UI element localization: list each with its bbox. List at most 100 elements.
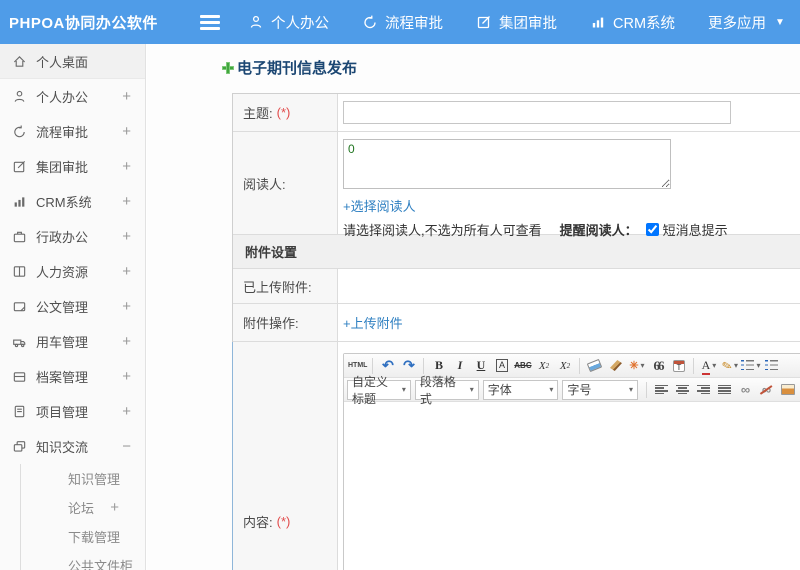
sidebar: 个人桌面 个人办公 + 流程审批 + 集团审批 + CRM系统 + 行政办公 +	[0, 44, 146, 570]
knowledge-chat-icon	[13, 441, 26, 452]
nav-more-apps[interactable]: 更多应用	[708, 12, 766, 33]
expand-plus-icon[interactable]: +	[110, 499, 119, 516]
sidebar-item-vehicles[interactable]: 用车管理 +	[0, 324, 145, 359]
justify-icon[interactable]	[714, 380, 735, 400]
remove-format-eraser-icon[interactable]	[584, 356, 605, 376]
subscript-button[interactable]: X2	[554, 356, 575, 376]
editor-content-area[interactable]	[344, 402, 800, 570]
nav-flow-approval[interactable]: 流程审批	[362, 12, 443, 33]
sidebar-item-hr[interactable]: 人力资源 +	[0, 254, 145, 289]
flow-approval-icon	[14, 125, 25, 138]
remove-link-icon[interactable]: ∞	[756, 380, 777, 400]
expand-plus-icon[interactable]: +	[122, 403, 131, 420]
group-approval-icon	[13, 160, 26, 173]
reader-textarea[interactable]: 0	[343, 139, 671, 189]
insert-date-icon[interactable]	[668, 356, 689, 376]
crm-chart-icon	[592, 17, 604, 28]
sidebar-item-flow-approval[interactable]: 流程审批 +	[0, 114, 145, 149]
expand-plus-icon[interactable]: +	[122, 158, 131, 175]
font-border-button[interactable]: A	[491, 356, 512, 376]
briefcase-icon	[13, 231, 26, 243]
expand-plus-icon[interactable]: +	[122, 333, 131, 350]
expand-plus-icon[interactable]: +	[122, 88, 131, 105]
reader-hint: 请选择阅读人,不选为所有人可查看	[343, 223, 542, 238]
sidebar-subitem-public-files[interactable]: 公共文件柜	[21, 551, 145, 570]
expand-plus-icon[interactable]: +	[122, 228, 131, 245]
blockquote-icon[interactable]: 66	[647, 356, 668, 376]
sidebar-item-personal-office[interactable]: 个人办公 +	[0, 79, 145, 114]
highlight-marker-icon[interactable]: ✎ ▾	[719, 356, 740, 376]
reminder-label: 提醒阅读人：	[559, 223, 638, 238]
attachment-section-header: 附件设置	[233, 234, 800, 268]
expand-plus-icon[interactable]: +	[122, 193, 131, 210]
subject-input[interactable]	[343, 101, 731, 124]
font-size-select[interactable]: 字号 ▾	[562, 379, 638, 400]
attachment-action-label: 附件操作:	[243, 316, 299, 331]
uploaded-label: 已上传附件:	[243, 279, 312, 295]
expand-plus-icon[interactable]: +	[122, 298, 131, 315]
unordered-list-icon[interactable]	[761, 356, 782, 376]
reader-label: 阅读人:	[243, 176, 286, 192]
align-left-icon[interactable]	[651, 380, 672, 400]
crm-chart-icon	[14, 197, 25, 207]
group-approval-icon	[477, 16, 490, 29]
select-reader-link[interactable]: +选择阅读人	[343, 196, 800, 215]
user-icon	[14, 90, 25, 102]
sidebar-item-knowledge[interactable]: 知识交流 −	[0, 429, 145, 464]
top-nav: 个人办公 流程审批 集团审批 CRM系统 更多应用 ▼	[248, 12, 785, 33]
sidebar-subitem-downloads[interactable]: 下载管理	[21, 522, 145, 551]
sidebar-subitem-forum[interactable]: 论坛 +	[21, 493, 145, 522]
sidebar-item-archives[interactable]: 档案管理 +	[0, 359, 145, 394]
font-color-button[interactable]: A ▾	[698, 356, 719, 376]
green-plus-icon	[222, 61, 234, 74]
collapse-minus-icon[interactable]: −	[122, 438, 131, 455]
nav-group-approval[interactable]: 集团审批	[476, 12, 557, 33]
paragraph-format-select[interactable]: 段落格式 ▾	[414, 375, 479, 406]
sidebar-item-crm[interactable]: CRM系统 +	[0, 184, 145, 219]
ordered-list-icon[interactable]: ▾	[740, 356, 761, 376]
sidebar-item-admin-office[interactable]: 行政办公 +	[0, 219, 145, 254]
expand-plus-icon[interactable]: +	[122, 368, 131, 385]
auto-typeset-icon[interactable]: ✳ ▾	[626, 356, 647, 376]
align-center-icon[interactable]	[672, 380, 693, 400]
sidebar-item-desktop[interactable]: 个人桌面	[0, 44, 145, 79]
uploaded-attachments-row: 已上传附件:	[233, 268, 800, 303]
sidebar-item-documents[interactable]: 公文管理 +	[0, 289, 145, 324]
underline-button[interactable]: U	[470, 356, 491, 376]
nav-personal-office[interactable]: 个人办公	[248, 12, 329, 33]
sidebar-item-group-approval[interactable]: 集团审批 +	[0, 149, 145, 184]
caret-down-icon[interactable]: ▼	[775, 17, 785, 28]
menu-toggle-icon[interactable]	[200, 14, 220, 30]
attachment-action-row: 附件操作: +上传附件	[233, 303, 800, 341]
document-folder-icon	[13, 302, 26, 312]
sms-label: 短消息提示	[662, 223, 728, 238]
font-family-select[interactable]: 字体 ▾	[482, 379, 559, 400]
format-painter-icon[interactable]	[605, 356, 626, 376]
uploaded-attachments-value	[338, 269, 800, 303]
expand-plus-icon[interactable]: +	[122, 123, 131, 140]
sms-reminder-checkbox[interactable]	[645, 223, 659, 236]
required-mark: (*)	[276, 105, 291, 120]
archive-box-icon	[13, 372, 26, 382]
flow-approval-icon	[364, 15, 376, 29]
editor-toolbar-row2: 自定义标题 ▾ 段落格式 ▾ 字体 ▾ 字号 ▾ ∞ ∞	[344, 375, 800, 406]
upload-attachment-link[interactable]: +上传附件	[343, 313, 403, 332]
vehicle-icon	[13, 339, 26, 348]
sidebar-subitem-knowledge-mgmt[interactable]: 知识管理	[21, 464, 145, 493]
top-header: PHPOA协同办公软件 个人办公 流程审批 集团审批 CRM系统 更多应用 ▼	[0, 0, 800, 44]
content-label: 内容:	[243, 515, 273, 530]
nav-crm[interactable]: CRM系统	[590, 12, 675, 33]
heading-select[interactable]: 自定义标题 ▾	[347, 375, 411, 406]
content-row: 内容: (*) HTML ↶ ↷ B I U A ABC X 2 X 2 ✳ ▾…	[232, 341, 800, 570]
strikethrough-button[interactable]: ABC	[512, 356, 533, 376]
superscript-button[interactable]: X2	[533, 356, 554, 376]
project-icon	[14, 405, 25, 418]
image-icon[interactable]	[777, 380, 798, 400]
expand-plus-icon[interactable]: +	[122, 263, 131, 280]
insert-link-icon[interactable]: ∞	[735, 380, 756, 400]
align-right-icon[interactable]	[693, 380, 714, 400]
publish-form: 主题: (*) 阅读人: 0 +选择阅读人 请选择阅读人,不选为所有人可查看 提…	[232, 93, 800, 570]
required-mark: (*)	[276, 514, 291, 529]
sidebar-item-projects[interactable]: 项目管理 +	[0, 394, 145, 429]
redo-icon[interactable]: ↷	[398, 356, 419, 376]
